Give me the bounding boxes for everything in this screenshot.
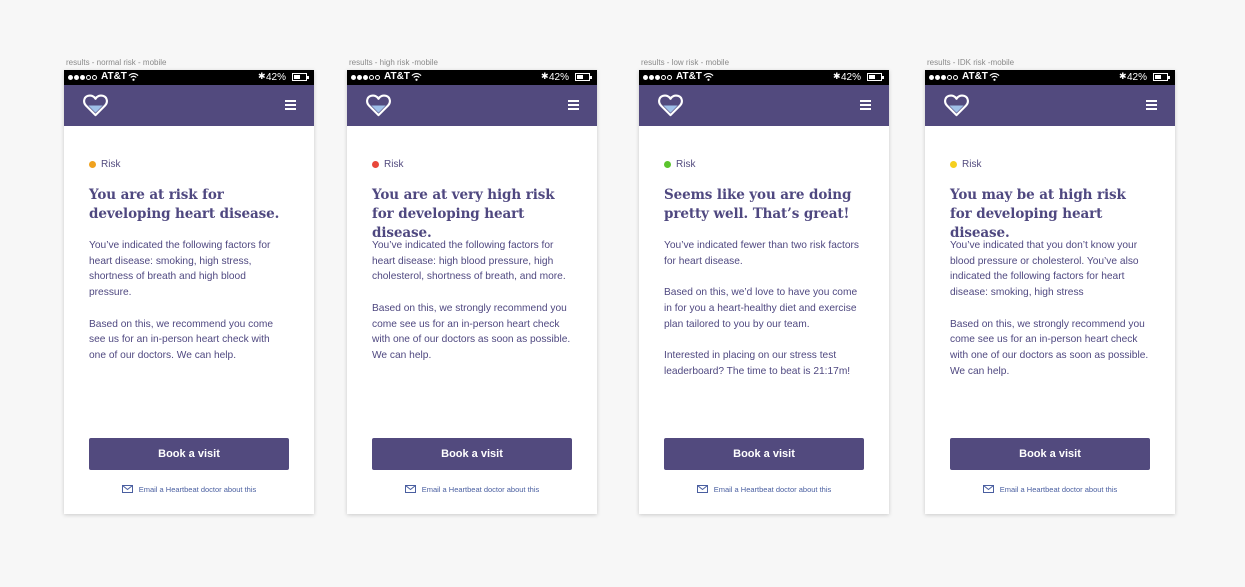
risk-dot-icon <box>89 160 96 168</box>
risk-dot-icon <box>950 160 957 168</box>
book-visit-button[interactable]: Book a visit <box>950 438 1150 470</box>
battery-icon <box>575 73 592 81</box>
phone-screen: AT&T ✱ 42% Risk You may be at high risk … <box>925 70 1175 514</box>
battery-percentage: 42% <box>1127 72 1148 83</box>
result-content: Risk You may be at high risk for develop… <box>925 158 1175 379</box>
email-link-label: Email a Heartbeat doctor about this <box>138 484 257 494</box>
frame-label: results - normal risk - mobile <box>66 58 167 67</box>
result-paragraph: Based on this, we recommend you come see… <box>89 318 274 361</box>
result-paragraph: You’ve indicated that you don’t know you… <box>950 240 1139 299</box>
risk-dot-icon <box>664 160 671 168</box>
email-doctor-link[interactable]: Email a Heartbeat doctor about this <box>64 483 314 495</box>
result-paragraph: You’ve indicated the following factors f… <box>372 240 566 283</box>
result-paragraph: You’ve indicated the following factors f… <box>89 240 271 299</box>
status-bar: AT&T ✱ 42% <box>925 70 1175 85</box>
result-description: You’ve indicated fewer than two risk fac… <box>664 238 864 379</box>
battery-percentage: 42% <box>266 72 287 83</box>
result-headline: You may be at high risk for developing h… <box>950 187 1126 241</box>
result-content: Risk Seems like you are doing pretty wel… <box>639 158 889 379</box>
battery-icon <box>867 73 884 81</box>
result-paragraph: Based on this, we’d love to have you com… <box>664 287 858 330</box>
battery-icon <box>1153 73 1170 81</box>
result-headline: You are at very high risk for developing… <box>372 187 555 241</box>
email-link-label: Email a Heartbeat doctor about this <box>713 484 832 494</box>
book-visit-button[interactable]: Book a visit <box>664 438 864 470</box>
result-paragraph: Based on this, we strongly recommend you… <box>372 302 571 361</box>
result-paragraph: Based on this, we strongly recommend you… <box>950 318 1149 377</box>
heart-logo-icon[interactable] <box>366 94 391 117</box>
app-header <box>64 85 314 126</box>
email-link-label: Email a Heartbeat doctor about this <box>999 484 1118 494</box>
mail-icon <box>121 485 133 493</box>
risk-label: Risk <box>962 158 982 170</box>
signal-strength-icon <box>929 72 958 82</box>
app-header <box>925 85 1175 126</box>
hamburger-menu-icon[interactable] <box>285 100 296 110</box>
result-paragraph: You’ve indicated fewer than two risk fac… <box>664 240 859 267</box>
email-doctor-link[interactable]: Email a Heartbeat doctor about this <box>925 483 1175 495</box>
status-bar: AT&T ✱ 42% <box>639 70 889 85</box>
carrier-name: AT&T <box>962 71 988 82</box>
result-content: Risk You are at very high risk for devel… <box>347 158 597 364</box>
result-description: You’ve indicated the following factors f… <box>89 238 289 364</box>
risk-indicator: Risk <box>950 158 1150 170</box>
battery-percentage: 42% <box>841 72 862 83</box>
mail-icon <box>982 485 994 493</box>
battery-icon <box>292 73 309 81</box>
wifi-icon <box>411 72 422 81</box>
frame-label: results - IDK risk -mobile <box>927 58 1015 67</box>
result-paragraph: Interested in placing on our stress test… <box>664 349 851 377</box>
heart-logo-icon[interactable] <box>83 94 108 117</box>
book-visit-button[interactable]: Book a visit <box>372 438 572 470</box>
result-content: Risk You are at risk for developing hear… <box>64 158 314 364</box>
risk-indicator: Risk <box>89 158 289 170</box>
wifi-icon <box>128 72 139 81</box>
email-doctor-link[interactable]: Email a Heartbeat doctor about this <box>347 483 597 495</box>
carrier-name: AT&T <box>101 71 127 82</box>
status-bar: AT&T ✱ 42% <box>64 70 314 85</box>
signal-strength-icon <box>68 72 97 82</box>
result-description: You’ve indicated the following factors f… <box>372 238 572 364</box>
frame-label: results - low risk - mobile <box>641 58 730 67</box>
result-description: You’ve indicated that you don’t know you… <box>950 238 1150 379</box>
phone-screen: AT&T ✱ 42% Risk Seems like you are doing… <box>639 70 889 514</box>
email-link-label: Email a Heartbeat doctor about this <box>421 484 540 494</box>
risk-label: Risk <box>676 158 696 170</box>
risk-dot-icon <box>372 160 379 168</box>
bluetooth-icon: ✱ <box>833 71 841 81</box>
risk-label: Risk <box>101 158 121 170</box>
result-headline: Seems like you are doing pretty well. Th… <box>664 187 852 222</box>
result-headline: You are at risk for developing heart dis… <box>89 187 280 222</box>
wifi-icon <box>989 72 1000 81</box>
phone-screen: AT&T ✱ 42% Risk You are at very high ris… <box>347 70 597 514</box>
risk-label: Risk <box>384 158 404 170</box>
bluetooth-icon: ✱ <box>258 71 266 81</box>
bluetooth-icon: ✱ <box>541 71 549 81</box>
app-header <box>347 85 597 126</box>
signal-strength-icon <box>643 72 672 82</box>
hamburger-menu-icon[interactable] <box>860 100 871 110</box>
app-header <box>639 85 889 126</box>
signal-strength-icon <box>351 72 380 82</box>
wifi-icon <box>703 72 714 81</box>
bluetooth-icon: ✱ <box>1119 71 1127 81</box>
mail-icon <box>696 485 708 493</box>
status-bar: AT&T ✱ 42% <box>347 70 597 85</box>
carrier-name: AT&T <box>676 71 702 82</box>
risk-indicator: Risk <box>372 158 572 170</box>
mail-icon <box>404 485 416 493</box>
email-doctor-link[interactable]: Email a Heartbeat doctor about this <box>639 483 889 495</box>
hamburger-menu-icon[interactable] <box>568 100 579 110</box>
heart-logo-icon[interactable] <box>944 94 969 117</box>
book-visit-button[interactable]: Book a visit <box>89 438 289 470</box>
battery-percentage: 42% <box>549 72 570 83</box>
phone-screen: AT&T ✱ 42% Risk You are at risk for deve… <box>64 70 314 514</box>
heart-logo-icon[interactable] <box>658 94 683 117</box>
risk-indicator: Risk <box>664 158 864 170</box>
frame-label: results - high risk -mobile <box>349 58 438 67</box>
carrier-name: AT&T <box>384 71 410 82</box>
hamburger-menu-icon[interactable] <box>1146 100 1157 110</box>
